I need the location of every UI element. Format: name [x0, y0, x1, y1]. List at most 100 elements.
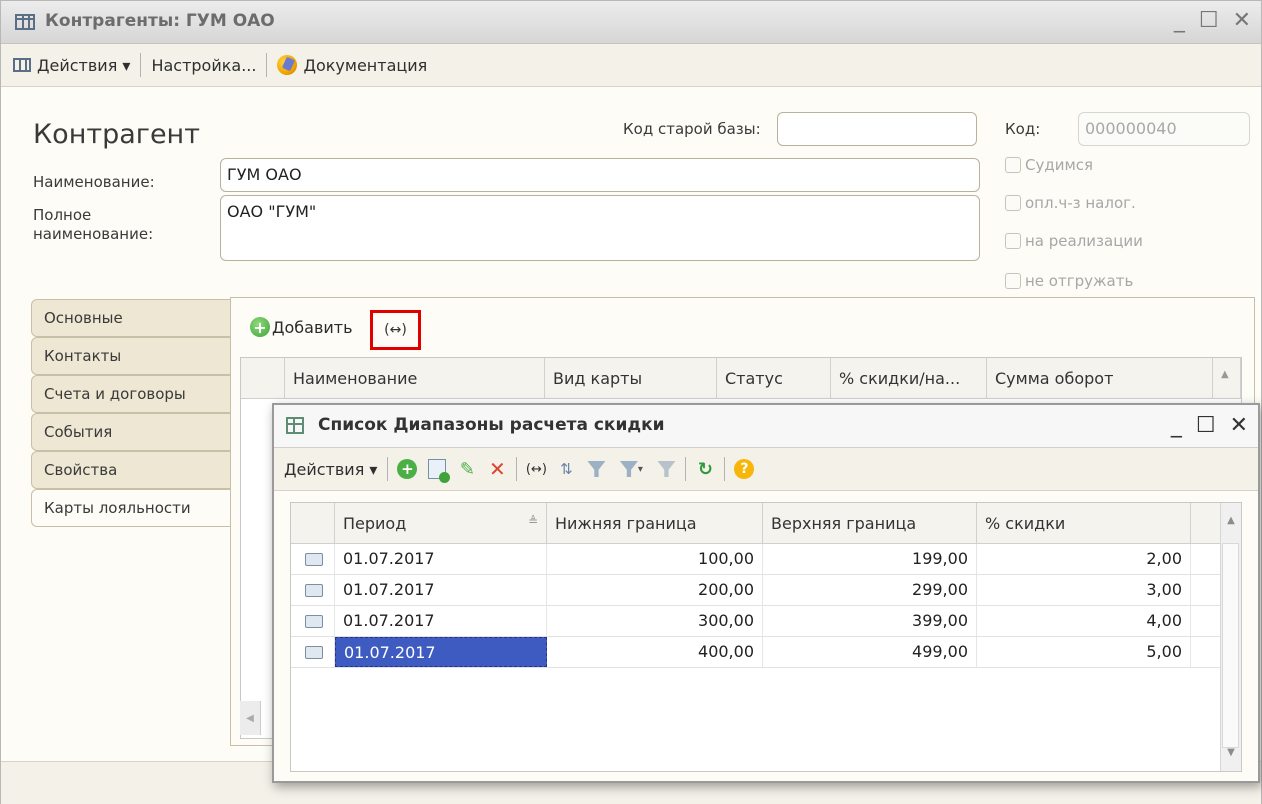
cell-upper[interactable]: 299,00 [763, 575, 977, 605]
maximize-button[interactable]: ☐ [1199, 9, 1219, 33]
sort-arrow-icon: ≜ [527, 514, 538, 528]
interval-button[interactable]: (↔) [370, 310, 421, 350]
close-button[interactable]: ✕ [1230, 413, 1248, 438]
scroll-up-arrow[interactable]: ▲ [1221, 515, 1241, 533]
edit-icon[interactable]: ✎ [454, 456, 480, 482]
checkbox-no-shipping[interactable]: не отгружать [1005, 272, 1133, 290]
tab-events[interactable]: События [31, 413, 231, 451]
filter-icon[interactable] [583, 456, 609, 482]
checkbox-on-sale[interactable]: на реализации [1005, 232, 1143, 250]
documentation-icon [277, 55, 298, 75]
cards-table-header: Наименование Вид карты Статус % скидки/н… [241, 358, 1241, 399]
toolbar-separator [387, 457, 389, 481]
add-icon[interactable]: + [394, 456, 420, 482]
copy-icon[interactable] [424, 456, 451, 483]
plus-icon: + [250, 317, 270, 337]
column-header[interactable]: Наименование [285, 358, 545, 398]
scroll-left-arrow[interactable]: ◀ [240, 701, 261, 735]
documentation-button[interactable]: Документация [271, 55, 433, 75]
code-label: Код: [1005, 120, 1041, 138]
cell-discount[interactable]: 3,00 [977, 575, 1191, 605]
scroll-down-arrow[interactable]: ▼ [1221, 747, 1241, 765]
cell-upper[interactable]: 199,00 [763, 544, 977, 574]
name-field[interactable]: ГУМ ОАО [220, 158, 980, 192]
column-header-lower[interactable]: Нижняя граница [547, 503, 763, 543]
cell-lower[interactable]: 100,00 [547, 544, 763, 574]
actions-menu[interactable]: Действия ▾ [1, 56, 136, 75]
checkbox-sudimsya[interactable]: Судимся [1005, 156, 1093, 174]
tab-contacts[interactable]: Контакты [31, 337, 231, 375]
row-marker-header [291, 503, 335, 543]
discount-ranges-table: Период ≜ Нижняя граница Верхняя граница … [290, 502, 1242, 772]
close-button[interactable]: ✕ [1233, 9, 1251, 33]
table-row[interactable]: 01.07.2017 200,00 299,00 3,00 [291, 575, 1241, 606]
add-label: Добавить [272, 317, 353, 337]
register-record-icon [305, 646, 323, 659]
tab-loyalty-cards[interactable]: Карты лояльности [31, 489, 233, 527]
cell-period[interactable]: 01.07.2017 [335, 575, 547, 605]
checkbox-tax-payment[interactable]: опл.ч-з налог. [1005, 194, 1136, 212]
column-header-period[interactable]: Период ≜ [335, 503, 547, 543]
delete-icon[interactable]: ✕ [484, 456, 510, 482]
column-header-upper[interactable]: Верхняя граница [763, 503, 977, 543]
cell-lower[interactable]: 400,00 [547, 637, 763, 667]
table-row[interactable]: 01.07.2017 100,00 199,00 2,00 [291, 544, 1241, 575]
checkbox-label: Судимся [1025, 156, 1094, 174]
actions-menu[interactable]: Действия ▾ [284, 460, 377, 479]
child-titlebar: Список Диапазоны расчета скидки _ ☐ ✕ [274, 405, 1258, 448]
add-button[interactable]: + Добавить [250, 317, 353, 337]
cell-upper[interactable]: 499,00 [763, 637, 977, 667]
column-header[interactable]: Сумма оборот [987, 358, 1213, 398]
table-row[interactable]: 01.07.2017 300,00 399,00 4,00 [291, 606, 1241, 637]
child-window-title: Список Диапазоны расчета скидки [318, 415, 665, 435]
cell-discount[interactable]: 4,00 [977, 606, 1191, 636]
cell-lower[interactable]: 300,00 [547, 606, 763, 636]
minimize-button[interactable]: _ [1171, 413, 1182, 438]
vertical-scrollbar[interactable]: ▲ ▼ [1220, 503, 1241, 771]
help-icon[interactable]: ? [731, 456, 757, 482]
sort-icon[interactable]: ⇅ [553, 456, 579, 482]
scroll-up-arrow[interactable]: ▲ [1213, 358, 1241, 398]
old-code-label: Код старой базы: [623, 120, 761, 138]
filter-settings-icon[interactable]: ▾ [613, 456, 649, 482]
scroll-thumb[interactable] [1222, 543, 1239, 748]
column-header-discount[interactable]: % скидки [977, 503, 1191, 543]
checkbox-box[interactable] [1005, 233, 1021, 249]
tab-properties[interactable]: Свойства [31, 451, 231, 489]
main-toolbar: Действия ▾ Настройка... Документация [1, 44, 1261, 87]
tab-basic[interactable]: Основные [31, 299, 231, 337]
cell-lower[interactable]: 200,00 [547, 575, 763, 605]
row-icon-cell [291, 544, 335, 574]
cell-period[interactable]: 01.07.2017 [335, 606, 547, 636]
full-name-label-line1: Полное [33, 206, 92, 224]
refresh-icon[interactable]: ↻ [692, 456, 718, 482]
column-header[interactable]: % скидки/на... [831, 358, 987, 398]
cell-discount[interactable]: 5,00 [977, 637, 1191, 667]
checkbox-box[interactable] [1005, 157, 1021, 173]
checkbox-label: опл.ч-з налог. [1025, 194, 1136, 212]
cell-upper[interactable]: 399,00 [763, 606, 977, 636]
code-field: 000000040 [1078, 112, 1250, 146]
tab-accounts-contracts[interactable]: Счета и договоры [31, 375, 231, 413]
row-icon-cell [291, 606, 335, 636]
toolbar-separator [724, 457, 726, 481]
toolbar-separator [685, 457, 687, 481]
column-header[interactable]: Статус [717, 358, 831, 398]
settings-button[interactable]: Настройка... [145, 56, 262, 75]
toolbar-separator [266, 53, 268, 77]
clear-filter-icon[interactable] [653, 456, 679, 482]
cell-discount[interactable]: 2,00 [977, 544, 1191, 574]
main-titlebar: Контрагенты: ГУМ ОАО _ ☐ ✕ [1, 1, 1261, 44]
cell-period[interactable]: 01.07.2017 [335, 544, 547, 574]
full-name-field[interactable]: ОАО "ГУМ" [220, 195, 980, 261]
old-code-field[interactable] [777, 112, 977, 146]
interval-icon[interactable]: (↔) [523, 456, 549, 482]
maximize-button[interactable]: ☐ [1196, 413, 1216, 438]
minimize-button[interactable]: _ [1174, 9, 1185, 33]
documentation-label: Документация [303, 55, 428, 75]
column-header[interactable]: Вид карты [545, 358, 717, 398]
checkbox-box[interactable] [1005, 273, 1021, 289]
table-row-selected[interactable]: 01.07.2017 400,00 499,00 5,00 [291, 637, 1241, 668]
checkbox-box[interactable] [1005, 195, 1021, 211]
cell-period[interactable]: 01.07.2017 [335, 637, 547, 667]
